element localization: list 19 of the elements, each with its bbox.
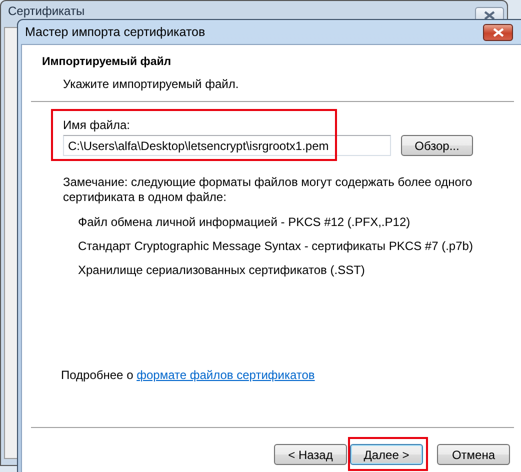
close-button[interactable] bbox=[483, 24, 513, 40]
back-button[interactable]: < Назад bbox=[274, 444, 347, 465]
format-item: Хранилище сериализованных сертификатов (.SST) bbox=[78, 264, 366, 277]
close-icon bbox=[484, 11, 495, 20]
format-item: Стандарт Cryptographic Message Syntax - сертификаты PKCS #7 (.p7b) bbox=[78, 240, 474, 253]
window-title: Сертификаты bbox=[8, 4, 85, 18]
format-item: Файл обмена личной информацией - PKCS #12 (.PFX,.P12) bbox=[78, 216, 412, 229]
field-label: Имя файла: bbox=[63, 118, 131, 132]
page-subtitle: Укажите импортируемый файл. bbox=[62, 77, 240, 91]
browse-button[interactable]: Обзор... bbox=[401, 135, 473, 156]
cancel-button[interactable]: Отмена bbox=[437, 444, 510, 465]
info-link[interactable]: формате файлов сертификатов bbox=[136, 368, 315, 382]
next-button[interactable]: Далее > bbox=[350, 444, 423, 465]
dialog-title: Мастер импорта сертификатов bbox=[25, 25, 206, 39]
file-name-field[interactable]: C:\Users\alfa\Desktop\letsencrypt\isrgrootx1.pem bbox=[63, 135, 391, 156]
note-text: Замечание: следующие форматы файлов могут содержать более одного сертификата в одном файле: bbox=[63, 175, 474, 205]
close-icon bbox=[492, 28, 504, 36]
page-heading: Импортируемый файл bbox=[42, 56, 172, 68]
info-text: Подробнее о bbox=[61, 368, 134, 382]
